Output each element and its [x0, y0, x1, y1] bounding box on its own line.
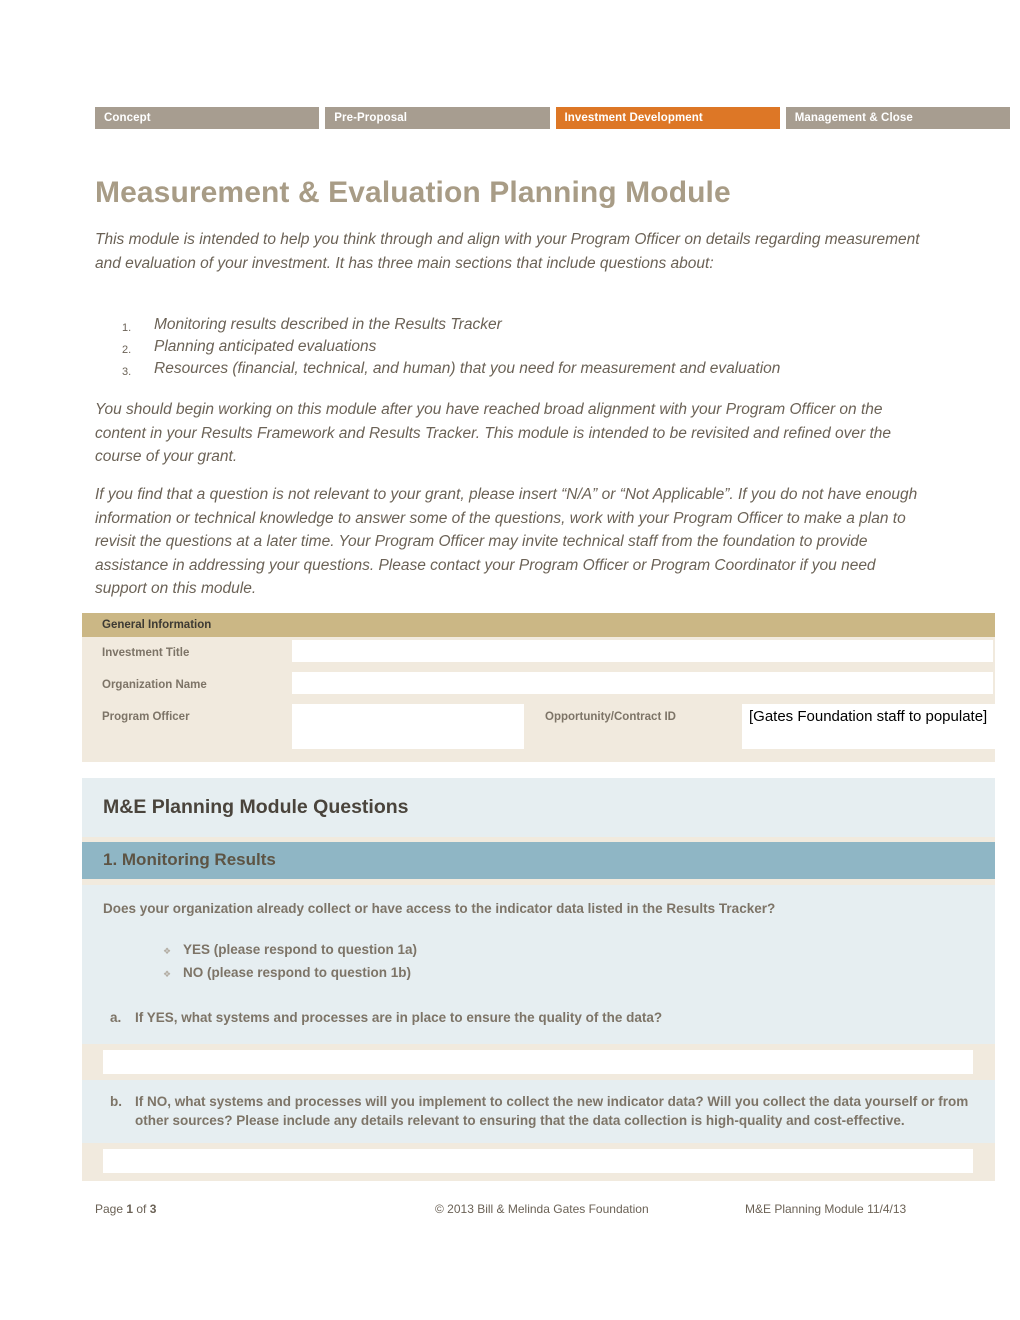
page-footer: Page 1 of 3 © 2013 Bill & Melinda Gates … [95, 1202, 995, 1216]
general-information-table: General Information Investment Title Org… [82, 613, 995, 762]
question-1a: a. If YES, what systems and processes ar… [103, 1008, 973, 1028]
question-1b-marker: b. [110, 1093, 122, 1109]
question-1a-marker: a. [110, 1010, 122, 1025]
question-1b-answer-input[interactable] [103, 1148, 973, 1173]
program-officer-label: Program Officer [102, 711, 190, 723]
table-row: Program Officer Opportunity/Contract ID … [82, 701, 995, 752]
question-1b-body: b. If NO, what systems and processes wil… [82, 1079, 995, 1143]
document-page: Concept Pre-Proposal Investment Developm… [0, 0, 1020, 1320]
choice-yes-label: YES (please respond to question 1a) [183, 942, 418, 957]
list-item: 1. Monitoring results described in the R… [118, 314, 998, 336]
footer-total-pages: 3 [149, 1202, 157, 1216]
question-1-body: Does your organization already collect o… [82, 885, 995, 1044]
stage-progress-bar: Concept Pre-Proposal Investment Developm… [95, 107, 1010, 129]
intro-paragraph: This module is intended to help you thin… [95, 231, 920, 272]
footer-copyright: © 2013 Bill & Melinda Gates Foundation [435, 1202, 649, 1216]
program-officer-input[interactable] [292, 704, 524, 749]
footer-page-mid: of [133, 1202, 150, 1216]
choice-no[interactable]: ❖ NO (please respond to question 1b) [163, 963, 973, 984]
checkbox-icon[interactable]: ❖ [163, 942, 183, 961]
stage-tab-management-close[interactable]: Management & Close [785, 107, 1010, 129]
footer-page-number: Page 1 of 3 [95, 1202, 435, 1216]
choice-no-label: NO (please respond to question 1b) [183, 965, 412, 980]
investment-title-input[interactable] [292, 640, 993, 662]
list-item-number: 3. [122, 366, 132, 378]
questions-panel-title: M&E Planning Module Questions [103, 796, 409, 818]
question-1-prompt: Does your organization already collect o… [103, 901, 776, 916]
guidance-paragraph-2: You should begin working on this module … [95, 401, 892, 465]
question-1b: b. If NO, what systems and processes wil… [103, 1092, 973, 1131]
list-item-label: Planning anticipated evaluations [154, 338, 377, 355]
table-bottom-spacer [82, 752, 995, 762]
list-item-label: Monitoring results described in the Resu… [154, 316, 502, 333]
table-row: Organization Name [82, 669, 995, 701]
stage-tab-investment-development[interactable]: Investment Development [555, 107, 780, 129]
questions-panel: M&E Planning Module Questions 1. Monitor… [82, 778, 995, 1181]
page-title: Measurement & Evaluation Planning Module [95, 176, 731, 209]
opportunity-contract-id-label: Opportunity/Contract ID [545, 711, 676, 723]
footer-module-label: M&E Planning Module 11/4/13 [745, 1202, 907, 1216]
stage-tab-pre-proposal[interactable]: Pre-Proposal [325, 107, 550, 129]
question-1a-text: If YES, what systems and processes are i… [135, 1010, 663, 1025]
general-information-header: General Information [82, 613, 995, 637]
section-heading-monitoring-results: 1. Monitoring Results [82, 842, 995, 879]
organization-name-input[interactable] [292, 672, 993, 694]
list-item: 3. Resources (financial, technical, and … [118, 358, 998, 380]
question-1b-text: If NO, what systems and processes will y… [135, 1093, 969, 1129]
table-row: Investment Title [82, 637, 995, 669]
list-item: 2. Planning anticipated evaluations [118, 336, 998, 358]
questions-title-band: M&E Planning Module Questions [82, 778, 995, 837]
choice-yes[interactable]: ❖ YES (please respond to question 1a) [163, 940, 973, 961]
list-item-label: Resources (financial, technical, and hum… [154, 360, 781, 377]
stage-tab-concept[interactable]: Concept [95, 107, 320, 129]
question-1a-answer-input[interactable] [103, 1049, 973, 1074]
question-1-choices: ❖ YES (please respond to question 1a) ❖ … [163, 940, 973, 984]
guidance-paragraph-3: If you find that a question is not relev… [95, 486, 918, 597]
intro-numbered-list: 1. Monitoring results described in the R… [118, 314, 998, 380]
checkbox-icon[interactable]: ❖ [163, 965, 183, 984]
investment-title-label: Investment Title [102, 647, 190, 659]
organization-name-label: Organization Name [102, 679, 207, 691]
opportunity-contract-id-input[interactable]: [Gates Foundation staff to populate] [742, 704, 995, 749]
footer-page-prefix: Page [95, 1202, 127, 1216]
